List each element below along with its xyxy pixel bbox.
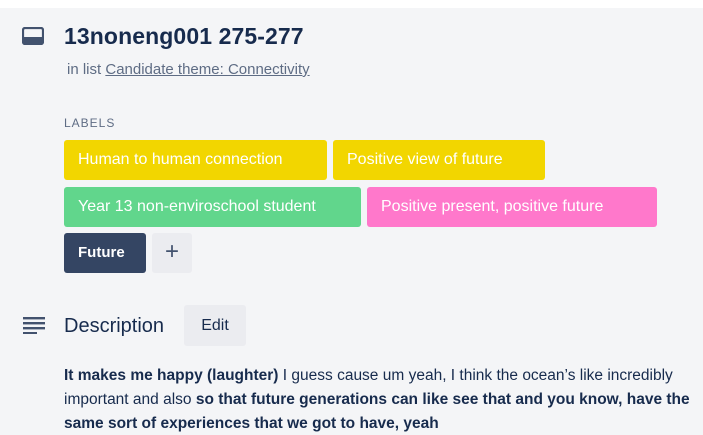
edit-description-button[interactable]: Edit: [184, 305, 246, 346]
list-reference: in list Candidate theme: Connectivity: [67, 61, 310, 78]
label-year-13-non-enviroschool-student[interactable]: Year 13 non-enviroschool student: [64, 187, 361, 227]
label-positive-view-of-future[interactable]: Positive view of future: [333, 140, 545, 180]
description-title: Description: [64, 315, 165, 337]
card-icon: [22, 27, 44, 45]
list-link[interactable]: Candidate theme: Connectivity: [105, 61, 309, 78]
labels-heading: LABELS: [64, 116, 116, 130]
description-segment-1: It makes me happy (laughter): [64, 367, 279, 384]
top-strip: [0, 0, 703, 8]
description-icon: [23, 317, 45, 334]
label-future[interactable]: Future: [64, 233, 146, 273]
label-positive-present-positive-future[interactable]: Positive present, positive future: [367, 187, 657, 227]
in-list-prefix: in list: [67, 61, 102, 78]
add-label-button[interactable]: +: [152, 233, 192, 273]
description-text[interactable]: It makes me happy (laughter) I guess cau…: [64, 364, 700, 435]
label-human-to-human-connection[interactable]: Human to human connection: [64, 140, 327, 180]
card-title: 13noneng001 275-277: [64, 23, 304, 49]
